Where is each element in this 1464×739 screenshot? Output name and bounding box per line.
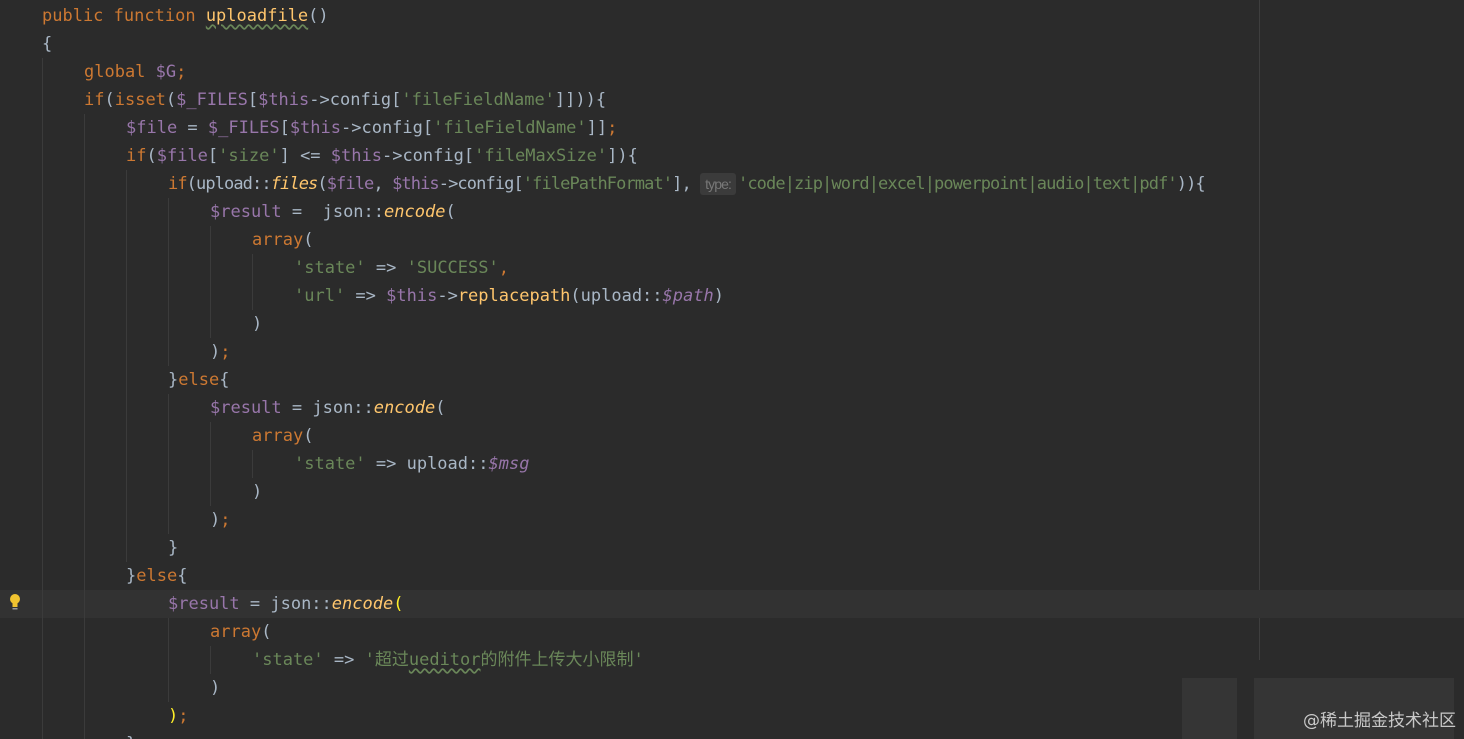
- code-line: public function uploadfile(): [42, 6, 329, 26]
- code-line: $result = json::encode(: [210, 398, 446, 418]
- indent-guide: [252, 254, 253, 310]
- parameter-hint: type:: [700, 173, 737, 195]
- code-line: $result = json::encode(: [210, 202, 456, 222]
- code-line: );: [210, 510, 231, 530]
- code-line: array(: [252, 230, 314, 250]
- indent-guide: [252, 450, 253, 478]
- code-line: }: [168, 538, 179, 558]
- indent-guide: [168, 198, 169, 366]
- code-line: global $G;: [84, 62, 187, 82]
- code-line: if(isset($_FILES[$this->config['fileFiel…: [84, 90, 607, 110]
- indent-guide: [168, 618, 169, 702]
- code-line: ): [252, 314, 263, 334]
- indent-guide: [210, 226, 211, 338]
- code-line: 'state' => upload::$msg: [294, 454, 530, 474]
- code-line: }: [0, 730, 1464, 739]
- code-line: array(: [210, 622, 272, 642]
- indent-guide: [210, 646, 211, 674]
- indent-guide: [84, 114, 85, 739]
- indent-guide: [126, 170, 127, 562]
- code-line: if(upload::files($file, $this->config['f…: [168, 173, 1206, 195]
- code-line: );: [168, 706, 189, 726]
- code-line: 'state' => '超过ueditor的附件上传大小限制': [252, 650, 644, 670]
- code-line: }else{: [126, 566, 188, 586]
- lightbulb-icon[interactable]: [9, 593, 21, 613]
- code-line: 'state' => 'SUCCESS',: [294, 258, 509, 278]
- indent-guide: [168, 394, 169, 534]
- code-line: if($file['size'] <= $this->config['fileM…: [126, 146, 638, 166]
- code-line: );: [210, 342, 231, 362]
- code-line: 'url' => $this->replacepath(upload::$pat…: [294, 286, 724, 306]
- indent-guide: [210, 422, 211, 506]
- code-line: array(: [252, 426, 314, 446]
- code-line: ): [210, 678, 221, 698]
- watermark: @稀土掘金技术社区: [1303, 711, 1456, 731]
- code-line: $file = $_FILES[$this->config['fileField…: [126, 118, 618, 138]
- indent-guide: [42, 58, 43, 739]
- code-editor[interactable]: public function uploadfile() { global $G…: [0, 0, 1464, 739]
- code-line: }else{: [168, 370, 230, 390]
- code-line: ): [252, 482, 263, 502]
- current-code-line[interactable]: $result = json::encode(: [0, 590, 1464, 618]
- blurred-region: [1182, 678, 1237, 739]
- code-line: {: [42, 34, 53, 54]
- function-name: uploadfile: [205, 6, 309, 26]
